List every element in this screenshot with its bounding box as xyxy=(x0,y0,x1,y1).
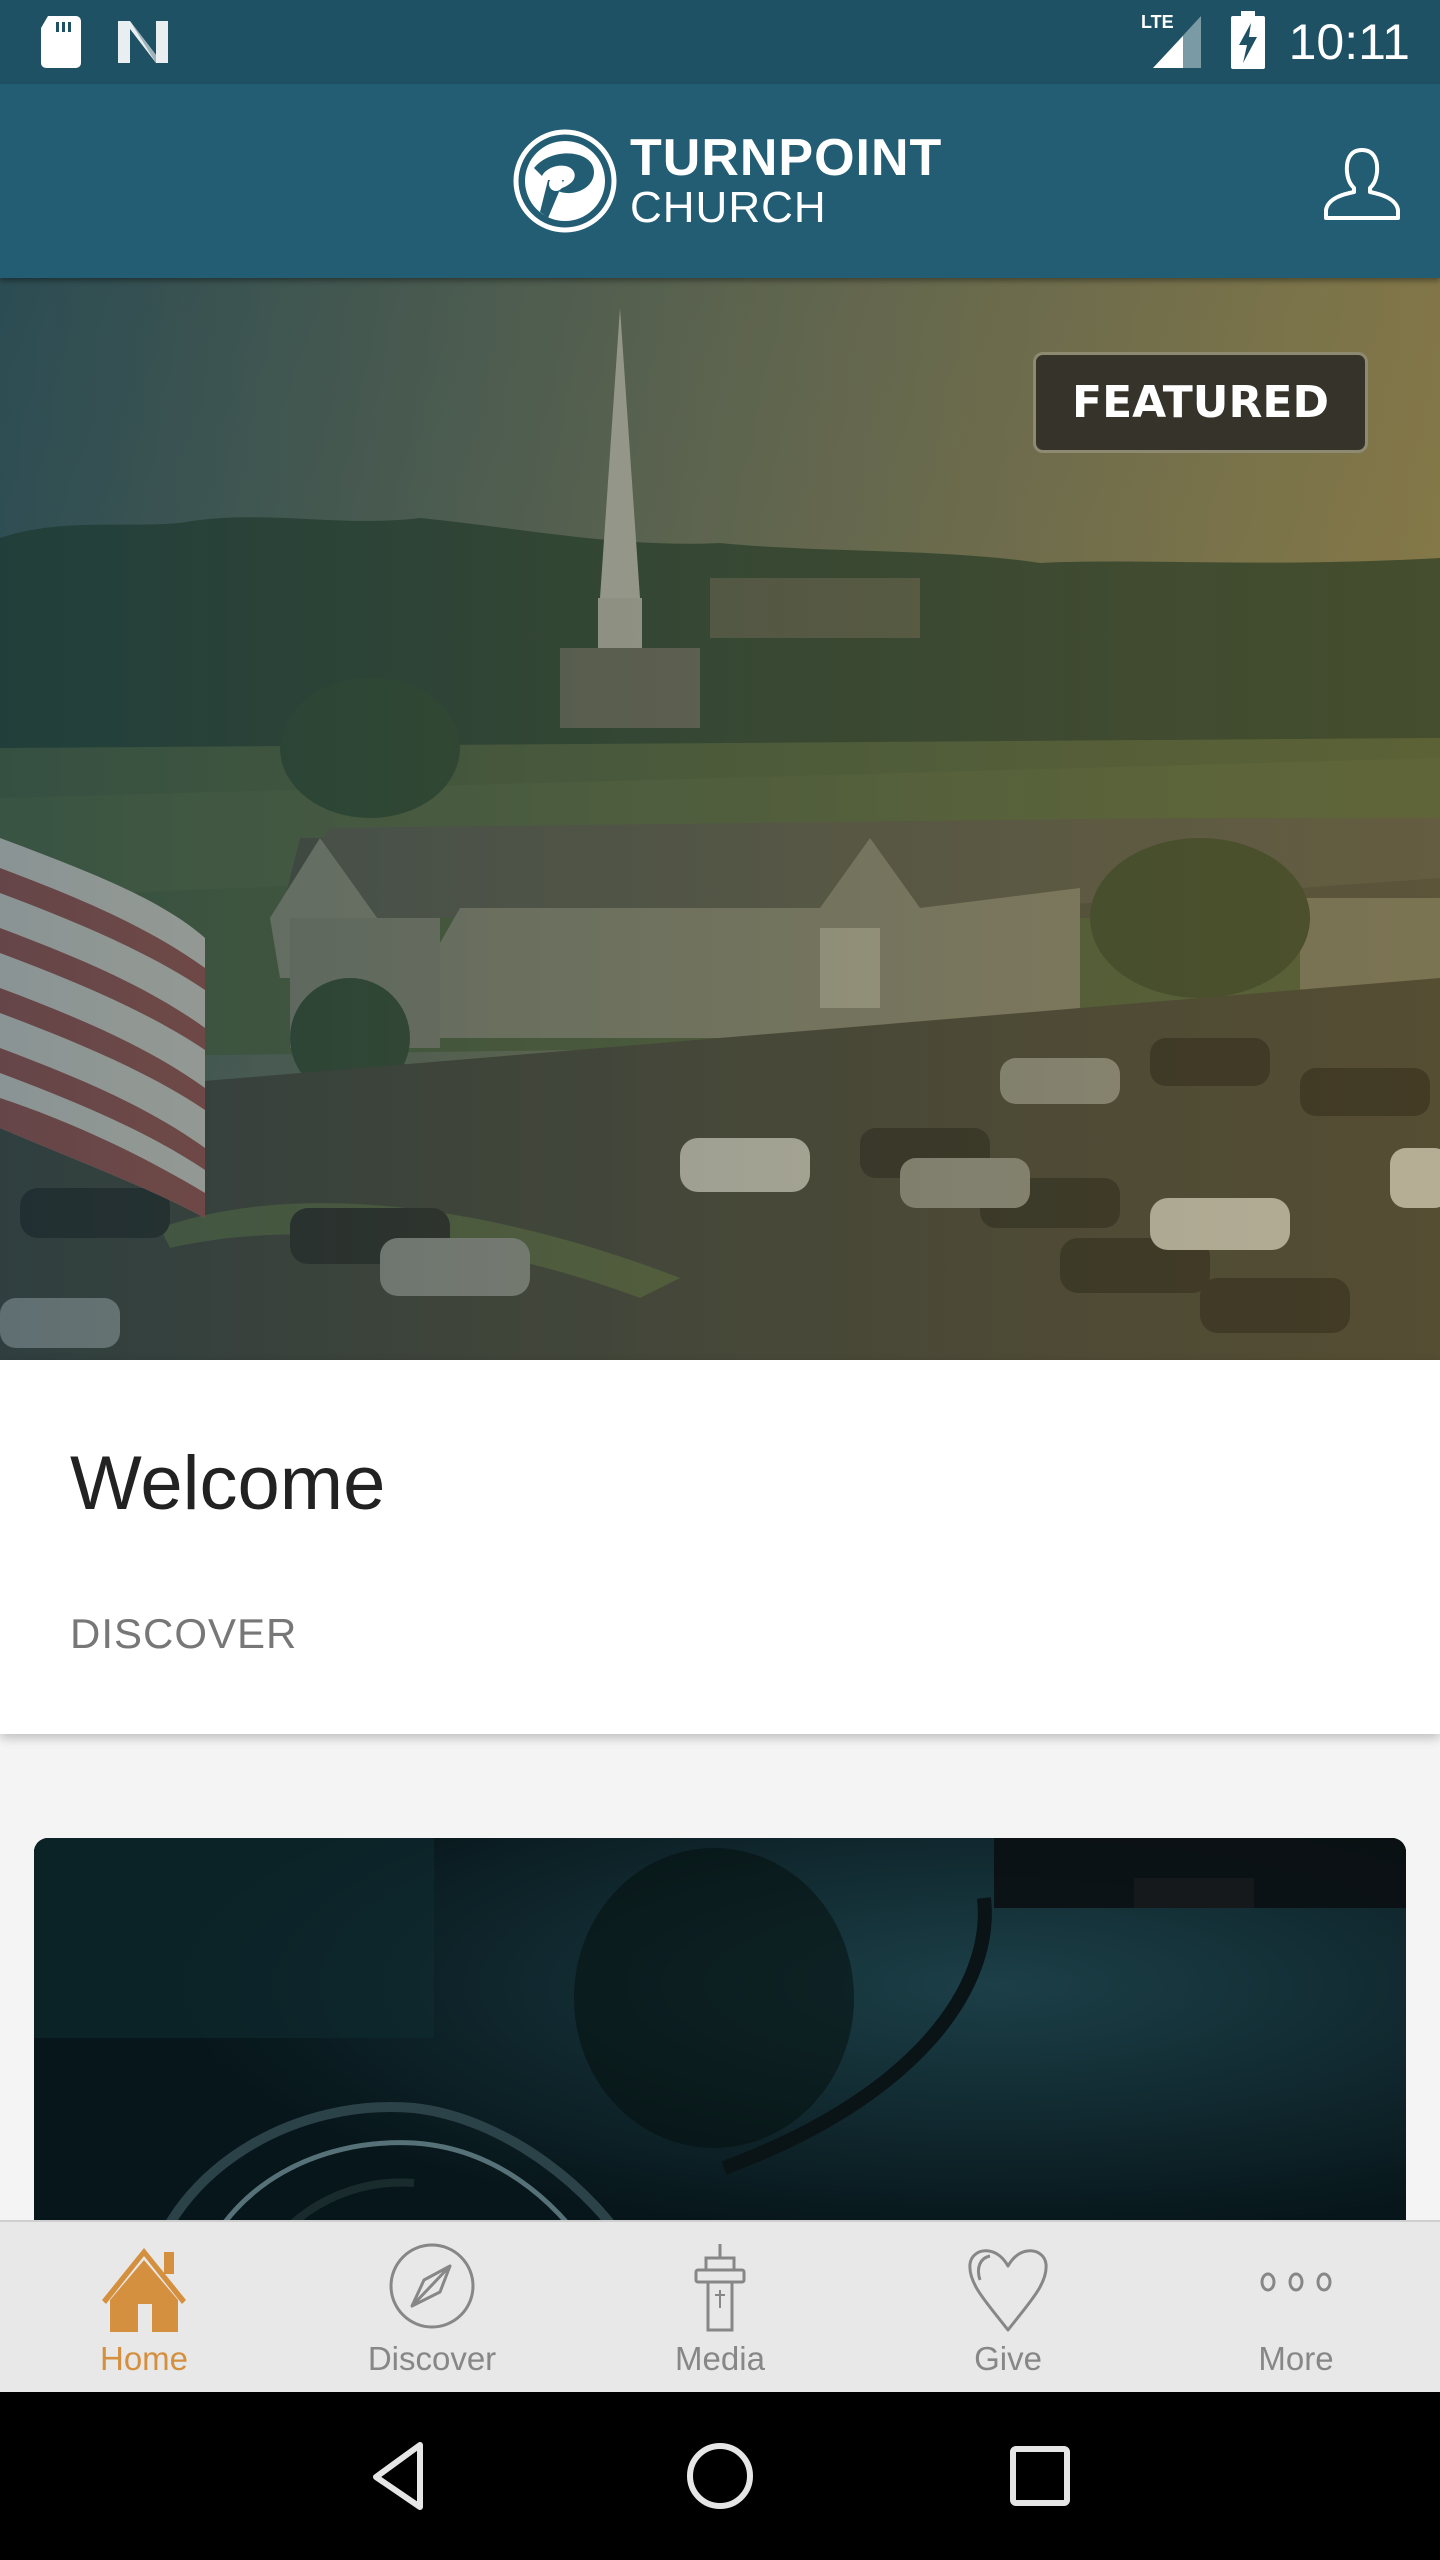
profile-button[interactable] xyxy=(1322,144,1402,224)
welcome-card[interactable]: Welcome DISCOVER xyxy=(0,1360,1440,1734)
recents-icon xyxy=(1010,2446,1070,2506)
tab-more[interactable]: More xyxy=(1152,2222,1440,2392)
recents-button[interactable] xyxy=(995,2431,1085,2521)
tab-media[interactable]: Media xyxy=(576,2222,864,2392)
tab-home-label: Home xyxy=(99,2340,189,2377)
compass-icon xyxy=(389,2243,475,2329)
lte-label: LTE xyxy=(1141,12,1174,32)
status-bar: LTE 10:11 xyxy=(0,0,1440,84)
tab-give[interactable]: Give xyxy=(864,2222,1152,2392)
heart-icon xyxy=(968,2249,1048,2332)
turnpoint-logo-mark-icon xyxy=(513,129,617,233)
home-button[interactable] xyxy=(675,2431,765,2521)
app-bar: TURNPOINT CHURCH xyxy=(0,84,1440,278)
bottom-tab-bar: Home Discover Media Give More xyxy=(0,2220,1440,2392)
back-icon xyxy=(373,2442,423,2510)
featured-hero-card[interactable]: FEATURED xyxy=(0,278,1440,1360)
back-button[interactable] xyxy=(355,2431,445,2521)
home-circle-icon xyxy=(687,2443,753,2509)
welcome-category: DISCOVER xyxy=(70,1610,298,1657)
featured-badge: FEATURED xyxy=(1033,352,1368,453)
tab-give-label: Give xyxy=(974,2340,1042,2377)
brand-subtitle: CHURCH xyxy=(630,183,827,232)
tab-media-label: Media xyxy=(675,2340,765,2377)
more-dots-icon xyxy=(1260,2272,1332,2292)
battery-charging-icon xyxy=(1230,10,1265,74)
tab-home[interactable]: Home xyxy=(0,2222,288,2392)
pulpit-icon xyxy=(694,2244,746,2332)
clock: 10:11 xyxy=(1288,14,1410,70)
tab-more-label: More xyxy=(1258,2340,1334,2377)
system-nav-bar xyxy=(0,2392,1440,2560)
n-notification-icon xyxy=(116,19,170,70)
turnpoint-logo[interactable]: TURNPOINT CHURCH xyxy=(512,128,942,234)
sd-card-icon xyxy=(40,16,82,73)
user-profile-icon xyxy=(1324,148,1400,220)
brand-name: TURNPOINT xyxy=(630,129,943,187)
microphone-image xyxy=(34,1838,1406,2258)
home-icon xyxy=(102,2248,186,2332)
lte-signal-icon: LTE xyxy=(1141,10,1207,75)
tab-discover-label: Discover xyxy=(367,2340,497,2377)
app-screen: LTE 10:11 TURNPOINT CHURCH FEATURED Welc… xyxy=(0,0,1440,2560)
tab-discover[interactable]: Discover xyxy=(288,2222,576,2392)
media-card[interactable] xyxy=(34,1838,1406,2258)
welcome-title: Welcome xyxy=(70,1441,386,1526)
